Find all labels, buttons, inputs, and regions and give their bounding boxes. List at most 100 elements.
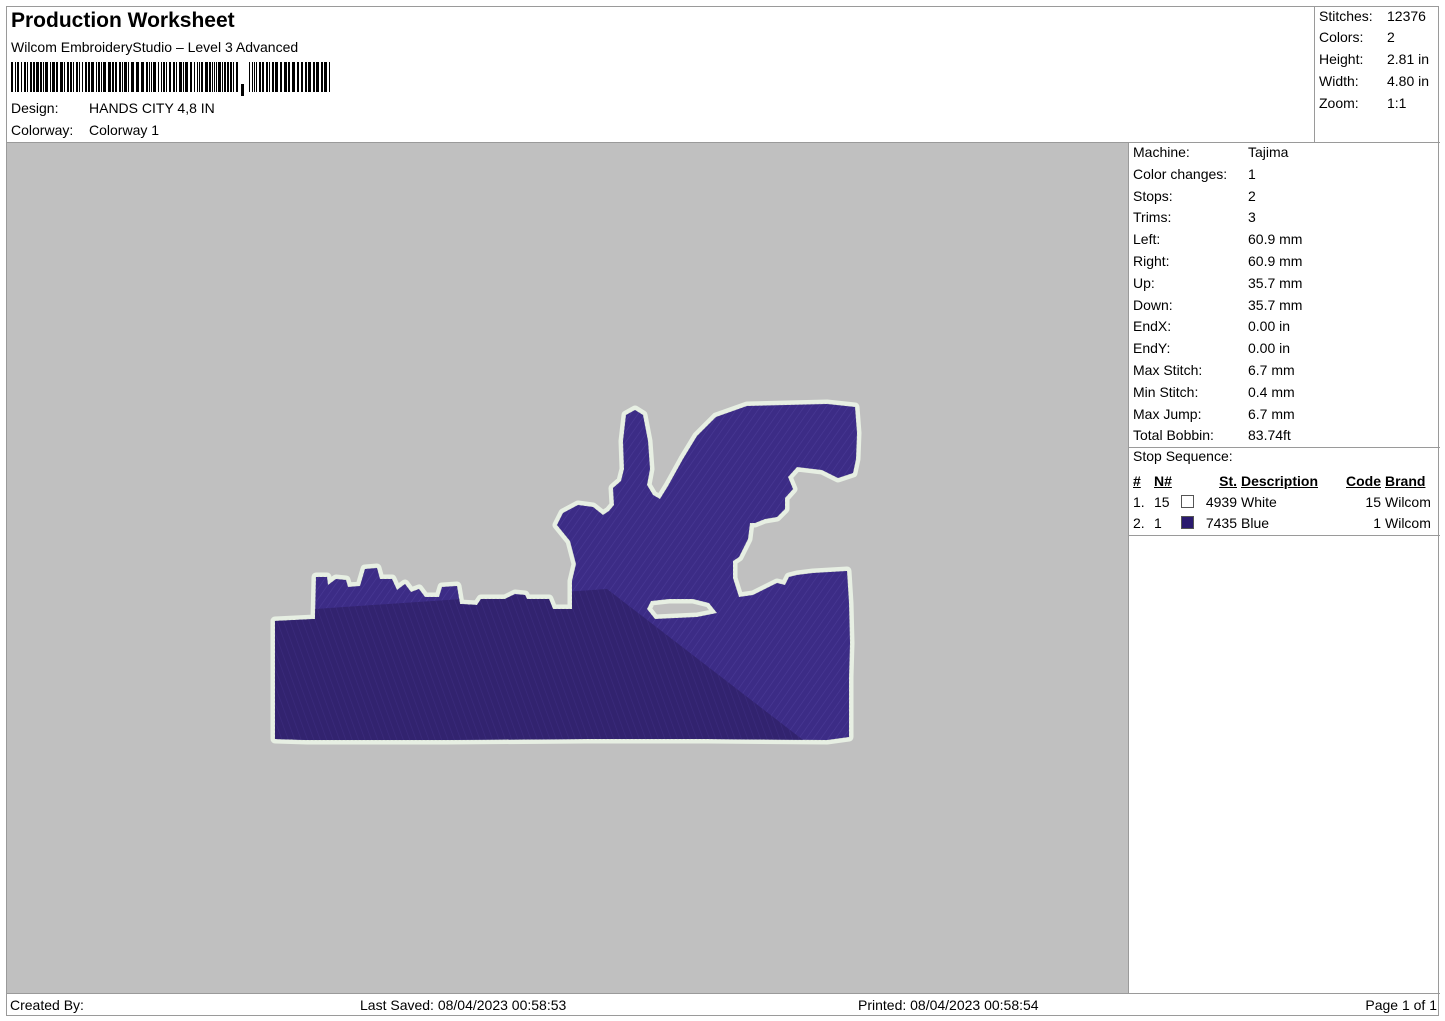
info-label: Stops: xyxy=(1133,187,1173,204)
colorway-row: Colorway: Colorway 1 xyxy=(11,122,159,138)
row-needle: 15 xyxy=(1154,493,1170,510)
col-header-num: # xyxy=(1133,472,1141,489)
worksheet-footer: Created By: Last Saved: 08/04/2023 00:58… xyxy=(7,993,1440,1016)
row-swatch xyxy=(1181,512,1201,533)
machine-info-row: Right: 60.9 mm xyxy=(1133,253,1302,273)
width-value: 4.80 in xyxy=(1387,73,1430,89)
machine-info-row: Total Bobbin: 83.74ft xyxy=(1133,427,1291,447)
design-label: Design: xyxy=(11,100,59,116)
printed-date: Printed: 08/04/2023 00:58:54 xyxy=(858,997,1039,1013)
machine-info-row: Down: 35.7 mm xyxy=(1133,297,1302,317)
worksheet-frame: Production Worksheet Wilcom EmbroiderySt… xyxy=(6,6,1440,1016)
machine-info-row: Trims: 3 xyxy=(1133,209,1256,229)
colorway-value: Colorway 1 xyxy=(89,122,160,138)
info-label: Trims: xyxy=(1133,209,1172,226)
info-label: Left: xyxy=(1133,231,1161,248)
info-label: Down: xyxy=(1133,296,1173,313)
colors-value: 2 xyxy=(1387,29,1395,45)
col-header-code: Code xyxy=(1346,472,1381,489)
stop-sequence-title: Stop Sequence: xyxy=(1133,448,1233,464)
stitches-label: Stitches: xyxy=(1319,8,1373,24)
width-row: Width: 4.80 in xyxy=(1319,73,1439,89)
info-value: 35.7 mm xyxy=(1248,296,1303,313)
info-value: 1 xyxy=(1248,165,1256,182)
row-num: 2. xyxy=(1133,514,1145,531)
col-header-st: St. xyxy=(1219,472,1237,489)
row-swatch xyxy=(1181,491,1201,512)
info-value: 6.7 mm xyxy=(1248,405,1295,422)
info-label: EndX: xyxy=(1133,318,1172,335)
stop-sequence-row: 1. 15 4939 White 15 Wilcom xyxy=(1133,491,1440,512)
embroidery-design xyxy=(7,143,1129,993)
row-brand: Wilcom xyxy=(1385,493,1431,510)
colorway-label: Colorway: xyxy=(11,122,74,138)
last-saved: Last Saved: 08/04/2023 00:58:53 xyxy=(360,997,567,1013)
info-value: 0.4 mm xyxy=(1248,383,1295,400)
machine-info-row: Max Stitch: 6.7 mm xyxy=(1133,362,1295,382)
zoom-label: Zoom: xyxy=(1319,95,1359,111)
row-description: Blue xyxy=(1241,514,1270,531)
col-header-brand: Brand xyxy=(1385,472,1426,489)
design-value: HANDS CITY 4,8 IN xyxy=(89,100,215,116)
machine-info-row: EndX: 0.00 in xyxy=(1133,318,1290,338)
col-header-n: N# xyxy=(1154,472,1172,489)
design-preview xyxy=(7,143,1129,993)
page-number: Page 1 of 1 xyxy=(1365,997,1437,1013)
info-value: 6.7 mm xyxy=(1248,362,1295,378)
blue-fill xyxy=(275,404,857,740)
design-row: Design: HANDS CITY 4,8 IN xyxy=(11,100,215,116)
stop-sequence-table: # N# St. Description Code Brand 1. 15 4939… xyxy=(1133,470,1440,533)
info-value: 3 xyxy=(1248,209,1256,226)
info-value: 60.9 mm xyxy=(1248,231,1303,248)
info-value: Tajima xyxy=(1248,144,1289,160)
info-label: Total Bobbin: xyxy=(1133,427,1214,444)
machine-info-panel: Machine: Tajima Color changes: 1 Stops: 2 Trim… xyxy=(1129,143,1440,993)
stop-sequence-row: 2. 1 7435 Blue 1 Wilcom xyxy=(1133,512,1440,533)
info-label: EndY: xyxy=(1133,340,1171,357)
height-value: 2.81 in xyxy=(1387,51,1430,67)
colors-label: Colors: xyxy=(1319,29,1364,45)
worksheet-header: Production Worksheet Wilcom EmbroiderySt… xyxy=(7,7,1315,143)
machine-info-row: Up: 35.7 mm xyxy=(1133,275,1302,295)
machine-info-row: Machine: Tajima xyxy=(1133,144,1288,164)
col-header-swatch xyxy=(1181,470,1201,491)
row-stitches: 4939 xyxy=(1205,493,1237,510)
page-title: Production Worksheet xyxy=(11,9,235,32)
info-label: Min Stitch: xyxy=(1133,383,1199,400)
machine-info-row: Max Jump: 6.7 mm xyxy=(1133,406,1295,426)
info-label: Up: xyxy=(1133,274,1155,291)
info-label: Color changes: xyxy=(1133,165,1228,182)
color-swatch xyxy=(1181,494,1194,508)
height-label: Height: xyxy=(1319,51,1364,67)
row-code: 1 xyxy=(1373,514,1381,531)
info-value: 83.74ft xyxy=(1248,427,1291,444)
height-row: Height: 2.81 in xyxy=(1319,51,1439,67)
stop-sequence-header-row: # N# St. Description Code Brand xyxy=(1133,470,1440,491)
divider xyxy=(1129,535,1440,536)
col-header-description: Description xyxy=(1241,472,1319,489)
machine-info-row: EndY: 0.00 in xyxy=(1133,340,1290,360)
row-needle: 1 xyxy=(1154,514,1162,531)
zoom-row: Zoom: 1:1 xyxy=(1319,95,1439,111)
width-label: Width: xyxy=(1319,73,1359,89)
info-value: 35.7 mm xyxy=(1248,274,1303,291)
machine-info-row: Color changes: 1 xyxy=(1133,166,1256,186)
colors-row: Colors: 2 xyxy=(1319,29,1439,45)
row-code: 15 xyxy=(1365,493,1381,510)
row-brand: Wilcom xyxy=(1385,514,1431,531)
created-by: Created By: xyxy=(10,997,84,1013)
info-value: 60.9 mm xyxy=(1248,253,1303,269)
stitches-row: Stitches: 12376 xyxy=(1319,8,1439,24)
row-stitches: 7435 xyxy=(1205,514,1237,531)
design-summary: Stitches: 12376 Colors: 2 Height: 2.81 in W… xyxy=(1315,7,1440,143)
machine-info-row: Min Stitch: 0.4 mm xyxy=(1133,384,1295,404)
info-value: 0.00 in xyxy=(1248,340,1291,357)
color-swatch xyxy=(1181,515,1194,529)
row-num: 1. xyxy=(1133,493,1145,510)
info-label: Max Jump: xyxy=(1133,405,1202,422)
barcode xyxy=(11,62,330,96)
row-description: White xyxy=(1241,493,1277,510)
info-value: 2 xyxy=(1248,187,1256,204)
info-label: Right: xyxy=(1133,253,1170,269)
machine-info-row: Stops: 2 xyxy=(1133,188,1256,208)
